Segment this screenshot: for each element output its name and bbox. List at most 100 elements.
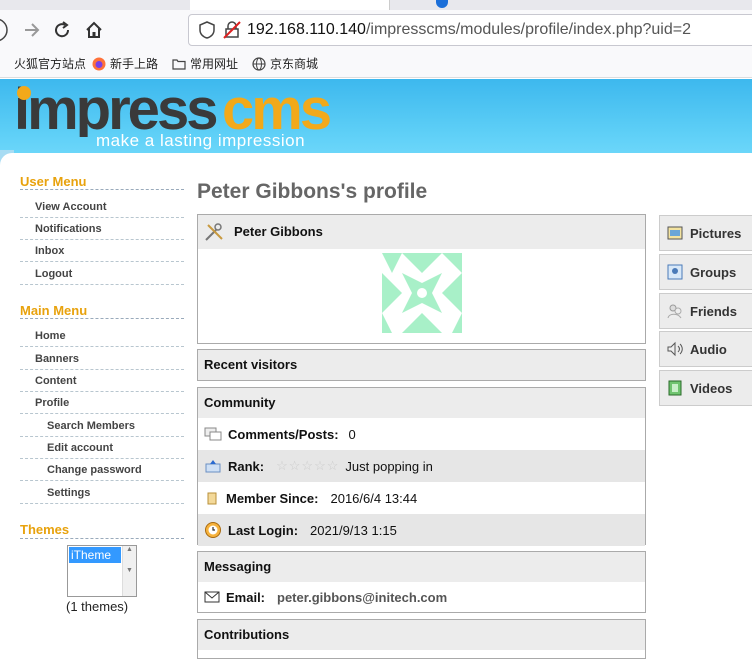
tools-icon xyxy=(205,223,223,241)
tab-label: Videos xyxy=(690,380,733,396)
bookmark-icon xyxy=(0,57,10,71)
rank-stars: ☆☆☆☆☆ xyxy=(276,458,340,473)
menu-item-edit-account[interactable]: Edit account xyxy=(20,437,184,459)
bookmark-getting-started[interactable]: 新手上路 xyxy=(92,55,158,72)
email-label: Email: xyxy=(226,589,266,605)
tab-groups[interactable]: Groups xyxy=(659,254,752,290)
navigation-bar: 192.168.110.140/impresscms/modules/profi… xyxy=(0,10,752,50)
menu-divider xyxy=(20,189,184,190)
site-header: impress cms make a lasting impression xyxy=(0,77,752,159)
back-button[interactable] xyxy=(0,18,16,42)
url-text[interactable]: 192.168.110.140/impresscms/modules/profi… xyxy=(247,21,691,39)
menu-item-banners[interactable]: Banners xyxy=(20,348,184,370)
groups-icon xyxy=(667,264,683,280)
bookmark-common-sites[interactable]: 常用网址 xyxy=(172,55,238,72)
second-tab[interactable] xyxy=(400,0,550,10)
community-header: Community xyxy=(198,388,645,418)
menu-divider xyxy=(20,538,184,539)
rank-label: Rank: xyxy=(228,458,265,474)
menu-item-search-members[interactable]: Search Members xyxy=(20,415,184,437)
tab-label: Pictures xyxy=(690,225,742,241)
tab-videos[interactable]: Videos xyxy=(659,370,752,406)
firefox-icon xyxy=(92,57,106,70)
globe-icon xyxy=(252,56,266,71)
menu-item-home[interactable]: Home xyxy=(20,325,184,347)
forward-arrow-icon xyxy=(25,23,40,37)
tab-label: Audio xyxy=(690,341,727,357)
community-box: Community Comments/Posts: 0 Rank: ☆☆☆☆☆ … xyxy=(197,387,646,546)
messaging-box: Messaging Email: peter.gibbons@initech.c… xyxy=(197,551,646,613)
url-path: /impresscms/modules/profile/index.php?ui… xyxy=(365,21,691,38)
envelope-icon xyxy=(204,591,220,603)
logo-wordmark: impress cms xyxy=(14,77,333,142)
back-arrow-icon xyxy=(0,18,8,42)
pictures-icon xyxy=(667,226,683,240)
menu-item-content[interactable]: Content xyxy=(20,370,184,392)
active-tab[interactable] xyxy=(190,0,390,10)
contributions-box: Contributions xyxy=(197,619,646,659)
insecure-lock-icon[interactable] xyxy=(223,21,241,39)
recent-visitors-box: Recent visitors xyxy=(197,349,646,381)
last-login-value: 2021/9/13 1:15 xyxy=(310,522,397,538)
email-link[interactable]: peter.gibbons@initech.com xyxy=(277,590,447,605)
bookmark-label: 京东商城 xyxy=(270,57,319,71)
tab-pictures[interactable]: Pictures xyxy=(659,215,752,251)
home-button[interactable] xyxy=(82,18,106,42)
last-login-row: Last Login: 2021/9/13 1:15 xyxy=(198,514,645,546)
profile-card: Peter Gibbons xyxy=(197,214,646,344)
calendar-icon xyxy=(207,492,217,505)
forward-button[interactable] xyxy=(20,18,44,42)
url-host: 192.168.110.140 xyxy=(247,21,366,38)
member-since-label: Member Since: xyxy=(226,490,319,506)
contributions-header: Contributions xyxy=(198,620,645,650)
menu-item-change-password[interactable]: Change password xyxy=(20,459,184,481)
menu-item-profile[interactable]: Profile xyxy=(20,392,184,414)
comments-value: 0 xyxy=(348,426,356,442)
friends-icon xyxy=(667,304,682,319)
bookmark-label: 常用网址 xyxy=(190,57,239,71)
bookmark-label: 火狐官方站点 xyxy=(14,57,87,71)
tab-favicon-icon xyxy=(436,0,448,8)
menu-item-logout[interactable]: Logout xyxy=(20,263,184,285)
member-since-value: 2016/6/4 13:44 xyxy=(330,490,418,506)
tab-strip xyxy=(0,0,752,10)
comments-label: Comments/Posts: xyxy=(228,426,339,442)
recent-visitors-header: Recent visitors xyxy=(198,350,645,380)
menu-divider xyxy=(20,318,184,319)
address-bar[interactable]: 192.168.110.140/impresscms/modules/profi… xyxy=(188,14,752,46)
bookmark-firefox-official[interactable]: 火狐官方站点 xyxy=(0,55,86,72)
page-title: Peter Gibbons's profile xyxy=(197,180,428,203)
theme-select[interactable]: iTheme ▲ ▼ xyxy=(67,545,137,597)
main-menu-title: Main Menu xyxy=(20,303,88,318)
clock-icon xyxy=(205,522,221,538)
speaker-icon xyxy=(667,341,683,357)
rank-row: Rank: ☆☆☆☆☆ Just popping in xyxy=(198,450,645,482)
film-icon xyxy=(668,380,682,396)
menu-item-notifications[interactable]: Notifications xyxy=(20,218,184,240)
reload-button[interactable] xyxy=(50,18,74,42)
menu-item-view-account[interactable]: View Account xyxy=(20,196,184,218)
menu-item-settings[interactable]: Settings xyxy=(20,482,184,504)
tab-label: Groups xyxy=(690,264,737,280)
rank-icon xyxy=(205,460,221,473)
comments-row: Comments/Posts: 0 xyxy=(198,418,645,450)
themes-title: Themes xyxy=(20,522,70,537)
bookmark-label: 新手上路 xyxy=(110,57,159,71)
svg-text:cms: cms xyxy=(222,83,330,137)
tab-audio[interactable]: Audio xyxy=(659,331,752,367)
theme-select-scrollbar[interactable]: ▲ ▼ xyxy=(122,546,136,596)
theme-option-selected[interactable]: iTheme xyxy=(69,547,121,563)
tab-friends[interactable]: Friends xyxy=(659,293,752,329)
shield-icon[interactable] xyxy=(199,21,215,39)
folder-icon xyxy=(172,58,186,70)
bookmark-jd-mall[interactable]: 京东商城 xyxy=(252,55,318,72)
profile-name: Peter Gibbons xyxy=(234,224,323,239)
profile-card-header: Peter Gibbons xyxy=(198,215,645,249)
svg-text:impress: impress xyxy=(14,83,216,137)
menu-item-inbox[interactable]: Inbox xyxy=(20,240,184,262)
user-menu-title: User Menu xyxy=(20,174,87,189)
identicon-avatar xyxy=(382,253,462,333)
member-since-row: Member Since: 2016/6/4 13:44 xyxy=(198,482,645,514)
reload-icon xyxy=(55,21,70,38)
email-row: Email: peter.gibbons@initech.com xyxy=(198,582,645,612)
